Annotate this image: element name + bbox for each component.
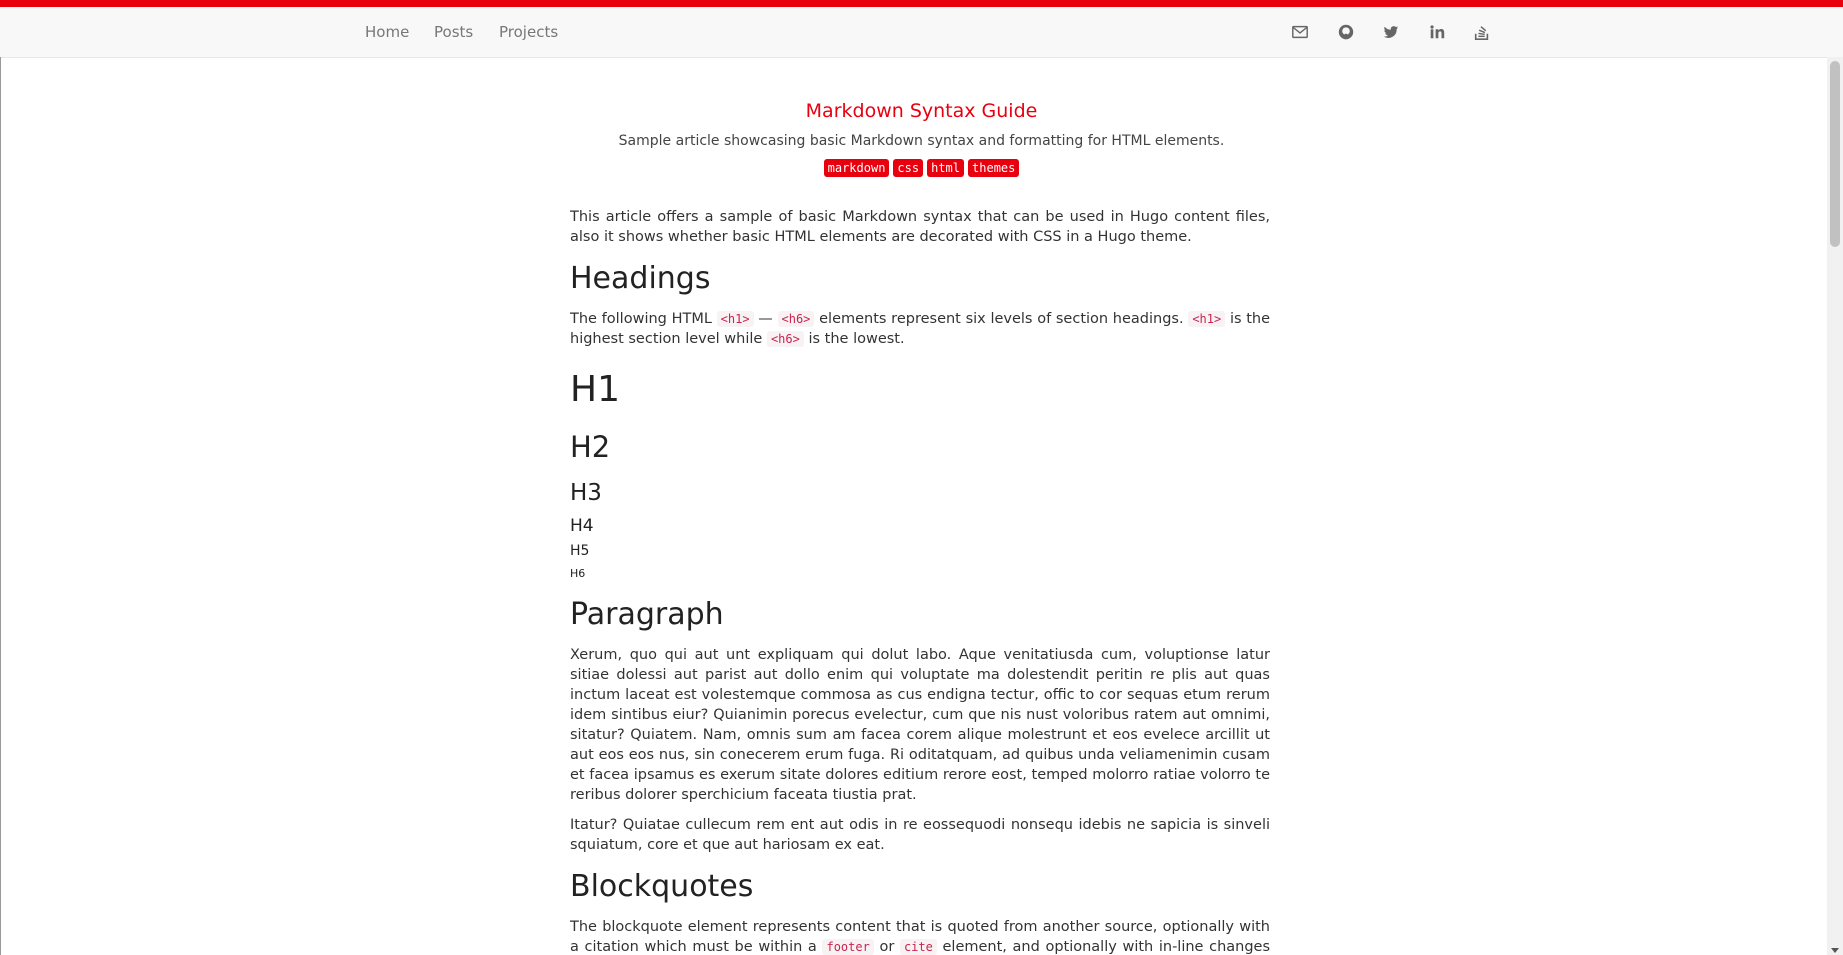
twitter-icon[interactable] — [1380, 21, 1402, 43]
sample-heading-h2: H2 — [570, 430, 611, 464]
blockquotes-section-title: Blockquotes — [570, 869, 754, 904]
nav-projects-link[interactable]: Projects — [499, 23, 558, 41]
text-fragment: — — [758, 311, 773, 327]
text-fragment: The following HTML — [570, 311, 712, 327]
email-icon[interactable] — [1289, 21, 1311, 43]
post-subtitle: Sample article showcasing basic Markdown… — [618, 133, 1225, 149]
navbar: Home Posts Projects — [0, 7, 1843, 58]
nav-posts-link[interactable]: Posts — [434, 23, 473, 41]
inline-code: <h1> — [1188, 311, 1226, 327]
sample-heading-h6: H6 — [570, 567, 586, 580]
headings-paragraph: The following HTML <h1> — <h6> elements … — [570, 309, 1270, 349]
sample-heading-h3: H3 — [570, 480, 602, 506]
intro-paragraph: This article offers a sample of basic Ma… — [570, 209, 1270, 245]
tag-markdown[interactable]: markdown — [823, 159, 890, 177]
sample-heading-h5: H5 — [570, 543, 590, 559]
tag-html[interactable]: html — [927, 159, 965, 177]
inline-code: <h1> — [716, 311, 754, 327]
paragraph-section-title: Paragraph — [570, 597, 724, 632]
post-title: Markdown Syntax Guide — [805, 100, 1038, 122]
page-left-border — [0, 57, 1, 955]
headings-section-title: Headings — [570, 261, 711, 296]
sample-heading-h1: H1 — [570, 369, 620, 410]
inline-code: footer — [822, 939, 874, 955]
inline-code: <h6> — [777, 311, 815, 327]
tag-themes[interactable]: themes — [968, 159, 1020, 177]
paragraph-text-2: Itatur? Quiatae cullecum rem ent aut odi… — [570, 817, 1270, 853]
vertical-scrollbar[interactable] — [1827, 57, 1843, 955]
inline-code: <h6> — [766, 331, 804, 347]
browser-viewport: Home Posts Projects Markdown Syntax Guid… — [0, 0, 1843, 955]
text-fragment: is the lowest. — [808, 331, 905, 347]
inline-code: cite — [899, 939, 937, 955]
post-content: This article offers a sample of basic Ma… — [570, 207, 1270, 955]
nav-home-link[interactable]: Home — [365, 23, 409, 41]
text-fragment: elements represent six levels of section… — [819, 311, 1184, 327]
sample-heading-h4: H4 — [570, 516, 594, 536]
blockquotes-paragraph: The blockquote element represents conten… — [570, 917, 1270, 955]
github-icon[interactable] — [1335, 21, 1357, 43]
post-tags: markdown css html themes — [0, 159, 1843, 177]
paragraph-text-1: Xerum, quo qui aut unt expliquam qui dol… — [570, 647, 1270, 803]
post-header: Markdown Syntax Guide Sample article sho… — [0, 100, 1843, 177]
linkedin-icon[interactable] — [1426, 21, 1448, 43]
stackoverflow-icon[interactable] — [1471, 21, 1493, 43]
top-accent-bar — [0, 0, 1843, 7]
tag-css[interactable]: css — [893, 159, 924, 177]
scrollbar-thumb[interactable] — [1830, 61, 1840, 247]
scroll-down-arrow-icon[interactable] — [1831, 948, 1839, 953]
text-fragment: or — [879, 939, 895, 955]
